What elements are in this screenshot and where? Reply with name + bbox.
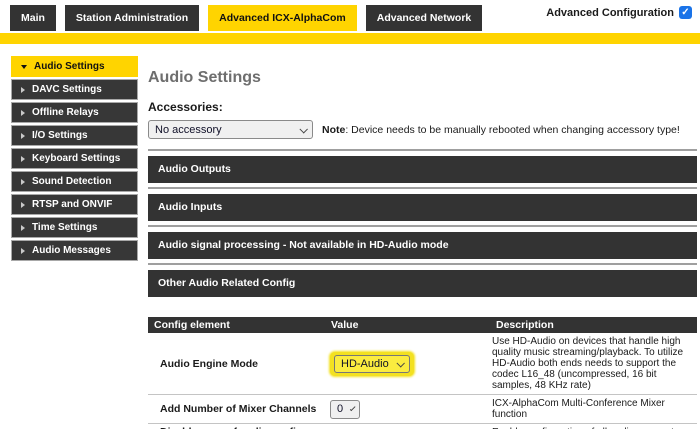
sidebar-item-label: RTSP and ONVIF [32, 199, 112, 210]
page-title: Audio Settings [148, 69, 697, 87]
sidebar-item-sound-detection[interactable]: Sound Detection [11, 171, 138, 192]
tab-main[interactable]: Main [10, 5, 56, 31]
chevron-right-icon [21, 87, 25, 93]
sidebar-item-label: I/O Settings [32, 130, 88, 141]
config-table-header-row: Config element Value Description [148, 317, 697, 333]
settings-sidebar: Audio Settings DAVC Settings Offline Rel… [0, 56, 138, 429]
sidebar-item-offline-relays[interactable]: Offline Relays [11, 102, 138, 123]
section-audio-signal-processing: Audio signal processing - Not available … [148, 225, 697, 259]
sidebar-item-label: Audio Settings [34, 61, 105, 72]
sidebar-item-keyboard-settings[interactable]: Keyboard Settings [11, 148, 138, 169]
sidebar-item-label: DAVC Settings [32, 84, 102, 95]
sidebar-item-time-settings[interactable]: Time Settings [11, 217, 138, 238]
brand-accent-bar [0, 33, 700, 44]
accordion-other-audio-related-config[interactable]: Other Audio Related Config [148, 270, 697, 297]
sidebar-item-davc-settings[interactable]: DAVC Settings [11, 79, 138, 100]
sidebar-item-audio-messages[interactable]: Audio Messages [11, 240, 138, 261]
section-audio-inputs: Audio Inputs [148, 187, 697, 221]
highlight-annotation: HD-Audio [330, 352, 414, 376]
tab-station-administration[interactable]: Station Administration [65, 5, 199, 31]
config-label: Disable sync of audio config from Alphac… [148, 424, 325, 429]
accessory-select-value: No accessory [155, 124, 222, 136]
audio-engine-mode-select[interactable]: HD-Audio [334, 355, 410, 373]
chevron-down-icon [299, 125, 307, 133]
config-table: Config element Value Description Audio E… [148, 317, 697, 429]
config-description: Use HD-Audio on devices that handle high… [490, 333, 697, 395]
table-row-disable-sync-of-audio-config: Disable sync of audio config from Alphac… [148, 424, 697, 429]
chevron-down-icon [350, 406, 356, 412]
config-label: Audio Engine Mode [148, 333, 325, 395]
chevron-right-icon [21, 156, 25, 162]
tab-advanced-network[interactable]: Advanced Network [366, 5, 483, 31]
mixer-channels-value: 0 [337, 403, 343, 415]
accordion-audio-inputs[interactable]: Audio Inputs [148, 194, 697, 221]
accessory-note: Note: Device needs to be manually reboot… [322, 124, 680, 136]
table-row-audio-engine-mode: Audio Engine Mode HD-Audio Use HD-Audio … [148, 333, 697, 395]
table-row-add-number-of-mixer-channels: Add Number of Mixer Channels 0 ICX-Alpha… [148, 395, 697, 424]
chevron-down-icon [396, 359, 404, 367]
sidebar-item-label: Keyboard Settings [32, 153, 120, 164]
section-audio-outputs: Audio Outputs [148, 149, 697, 183]
accessories-row: No accessory Note: Device needs to be ma… [148, 120, 697, 139]
mixer-channels-select[interactable]: 0 [330, 400, 360, 419]
chevron-right-icon [21, 225, 25, 231]
sidebar-item-label: Offline Relays [32, 107, 99, 118]
advanced-configuration-toggle: Advanced Configuration ✓ [546, 6, 692, 19]
accordion-audio-outputs[interactable]: Audio Outputs [148, 156, 697, 183]
advanced-configuration-checkbox[interactable]: ✓ [679, 6, 692, 19]
column-header-description: Description [490, 317, 697, 333]
sidebar-item-label: Time Settings [32, 222, 97, 233]
config-description: ICX-AlphaCom Multi-Conference Mixer func… [490, 395, 697, 424]
chevron-right-icon [21, 133, 25, 139]
sidebar-item-io-settings[interactable]: I/O Settings [11, 125, 138, 146]
section-other-audio-related-config: Other Audio Related Config [148, 263, 697, 297]
main-panel: Audio Settings Accessories: No accessory… [148, 44, 697, 429]
note-label: Note [322, 124, 345, 136]
chevron-down-icon [21, 65, 27, 69]
config-label: Add Number of Mixer Channels [148, 395, 325, 424]
sidebar-item-label: Audio Messages [32, 245, 111, 256]
sidebar-item-label: Sound Detection [32, 176, 111, 187]
chevron-right-icon [21, 110, 25, 116]
page-content: Audio Settings DAVC Settings Offline Rel… [0, 44, 700, 429]
accessory-select[interactable]: No accessory [148, 120, 313, 139]
chevron-right-icon [21, 202, 25, 208]
chevron-right-icon [21, 179, 25, 185]
config-description: Enable configuration of all audio parame… [490, 424, 697, 429]
sidebar-item-audio-settings[interactable]: Audio Settings [11, 56, 138, 77]
top-tab-bar: Main Station Administration Advanced ICX… [0, 0, 700, 31]
note-text: : Device needs to be manually rebooted w… [345, 124, 679, 136]
column-header-value: Value [325, 317, 490, 333]
column-header-config-element: Config element [148, 317, 325, 333]
advanced-configuration-label: Advanced Configuration [546, 7, 674, 19]
chevron-right-icon [21, 248, 25, 254]
audio-engine-mode-value: HD-Audio [341, 358, 389, 370]
sidebar-item-rtsp-and-onvif[interactable]: RTSP and ONVIF [11, 194, 138, 215]
tab-advanced-icx-alphacom[interactable]: Advanced ICX-AlphaCom [208, 5, 357, 31]
accordion-audio-signal-processing[interactable]: Audio signal processing - Not available … [148, 232, 697, 259]
accessories-label: Accessories: [148, 100, 697, 114]
